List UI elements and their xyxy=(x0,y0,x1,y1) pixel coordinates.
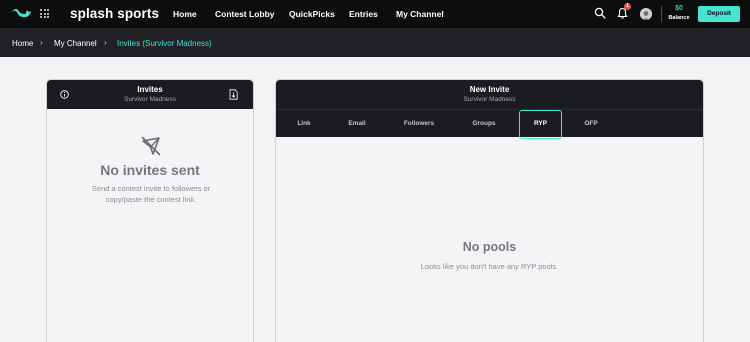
tab-followers[interactable]: Followers xyxy=(394,110,444,138)
avatar[interactable] xyxy=(640,8,652,20)
breadcrumb: Home › My Channel › Invites (Survivor Ma… xyxy=(0,28,750,57)
nav-quickpicks[interactable]: QuickPicks xyxy=(289,9,335,19)
breadcrumb-my-channel[interactable]: My Channel xyxy=(54,39,97,48)
new-invite-subtitle: Survivor Madness xyxy=(463,96,516,103)
nav-my-channel[interactable]: My Channel xyxy=(396,9,444,19)
tab-ryp[interactable]: RYP xyxy=(519,110,562,139)
tab-email[interactable]: Email xyxy=(338,110,376,138)
no-pools-title: No pools xyxy=(462,240,517,254)
deposit-button[interactable]: Deposit xyxy=(698,6,740,22)
avatar-image xyxy=(640,9,652,20)
notification-badge: 1 xyxy=(624,3,631,10)
invites-panel: Invites Survivor Madness No invites sent… xyxy=(46,79,254,342)
no-pools-text: Looks like you don't have any RYP pools. xyxy=(420,262,559,271)
balance-label: Balance xyxy=(668,15,690,21)
new-invite-panel: New Invite Survivor Madness Link Email F… xyxy=(275,79,704,342)
top-nav: splash sports Home Contest Lobby QuickPi… xyxy=(0,0,750,28)
invites-title: Invites xyxy=(137,85,163,94)
invite-tabs: Link Email Followers Groups RYP OFP xyxy=(276,109,703,139)
balance-amount[interactable]: $0 xyxy=(669,5,689,12)
tab-ofp[interactable]: OFP xyxy=(574,110,608,138)
search-icon[interactable] xyxy=(594,7,606,19)
no-invites-text: Send a contest invite to followers or co… xyxy=(91,184,211,204)
download-icon[interactable] xyxy=(229,89,238,100)
new-invite-title: New Invite xyxy=(469,85,510,94)
grid-menu-icon[interactable] xyxy=(40,9,49,18)
breadcrumb-home[interactable]: Home xyxy=(12,39,33,48)
invites-subtitle: Survivor Madness xyxy=(123,96,177,103)
paper-plane-off-icon xyxy=(141,136,161,156)
brand-name[interactable]: splash sports xyxy=(70,6,159,21)
whale-logo-icon[interactable] xyxy=(10,8,32,20)
nav-divider xyxy=(661,6,662,22)
new-invite-panel-header: New Invite Survivor Madness xyxy=(276,80,703,109)
nav-entries[interactable]: Entries xyxy=(349,9,378,19)
tab-link[interactable]: Link xyxy=(286,110,322,138)
chevron-right-icon: › xyxy=(104,38,107,47)
breadcrumb-current: Invites (Survivor Madness) xyxy=(117,39,212,48)
nav-home[interactable]: Home xyxy=(173,9,197,19)
nav-contest-lobby[interactable]: Contest Lobby xyxy=(215,9,275,19)
chevron-right-icon: › xyxy=(40,38,43,47)
tab-groups[interactable]: Groups xyxy=(462,110,506,138)
invites-panel-header: Invites Survivor Madness xyxy=(47,80,253,109)
no-invites-title: No invites sent xyxy=(100,162,200,178)
